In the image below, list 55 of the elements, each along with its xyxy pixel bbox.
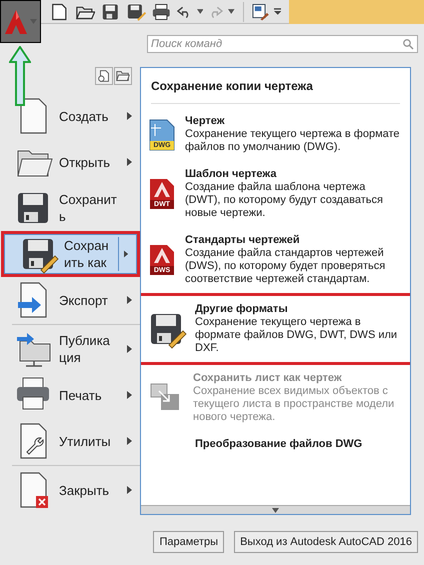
menu-item[interactable]: Печать — [0, 372, 140, 418]
menu-item[interactable]: Сохранить как — [4, 234, 137, 274]
menu-item[interactable]: Сохранить — [0, 185, 140, 231]
menu-label: Печать — [59, 386, 103, 404]
footer-button[interactable]: Параметры — [153, 531, 224, 553]
submenu-arrow-icon — [127, 437, 132, 445]
menu-item[interactable]: Экспорт — [0, 277, 140, 323]
save-as-icon[interactable] — [126, 2, 146, 22]
menu-item[interactable]: Создать — [0, 93, 140, 139]
option-title[interactable]: Чертеж — [185, 115, 402, 128]
submenu-arrow-icon — [127, 296, 132, 304]
menu-item[interactable]: Закрыть — [0, 467, 140, 513]
customize-dropdown-icon[interactable] — [274, 8, 282, 15]
menu-label: Создать — [59, 108, 110, 124]
search-field[interactable]: Поиск команд — [147, 35, 418, 53]
option-title[interactable]: Шаблон чертежа — [185, 168, 402, 181]
option-description: Сохранение всех видимых объектов с текущего листа в пространстве модели нового чертежа. — [193, 385, 396, 424]
search-icon — [402, 38, 414, 50]
submenu-arrow-icon — [127, 486, 132, 494]
redo-dropdown-icon — [228, 9, 235, 14]
submenu-arrow-icon — [127, 158, 132, 166]
option-title[interactable]: Другие форматы — [195, 303, 402, 316]
menu-item[interactable]: Утилиты — [0, 418, 140, 464]
menu-label: Сохранить — [59, 191, 117, 225]
application-button[interactable] — [0, 0, 41, 43]
panel-title: Сохранение копии чертежа — [151, 68, 400, 104]
menu-label: Открыть — [59, 154, 112, 170]
option-description: Создание файла шаблона чертежа (DWT), по которому будут создаваться новые чертежи. — [185, 181, 384, 220]
save-icon[interactable] — [100, 2, 121, 22]
open-documents-icon[interactable] — [114, 67, 132, 85]
arrow-annotation-drawing — [9, 46, 31, 106]
undo-dropdown-icon — [196, 9, 204, 14]
scroll-down-icon — [272, 508, 279, 512]
option-title[interactable]: Стандарты чертежей — [185, 234, 402, 247]
menu-label: Закрыть — [59, 482, 110, 498]
submenu-arrow-icon — [127, 391, 132, 399]
recent-documents-icon[interactable] — [95, 67, 113, 85]
option-description: Сохранение текущего чертежа в формате файлов DWG, DWT, DWS или DXF. — [195, 316, 398, 355]
menu-label: Сохранить как — [64, 237, 110, 271]
menu-item[interactable]: Открыть — [0, 139, 140, 185]
option-description: Сохранение текущего чертежа в формате файлов по умолчанию (DWG). — [185, 128, 401, 154]
menu-item[interactable]: Публикация — [0, 326, 140, 372]
workspace-icon[interactable] — [252, 2, 269, 20]
submenu-arrow-icon — [127, 112, 132, 120]
menu-label: Утилиты — [59, 432, 112, 450]
submenu-arrow-icon — [127, 345, 132, 353]
search-input[interactable]: Поиск команд — [148, 36, 402, 52]
submenu-arrow-icon — [124, 250, 128, 258]
option-description: Создание файла стандартов чертежей (DWS), по которому будет проверяться соответствие чертежей стандартам. — [185, 247, 386, 286]
printer-icon[interactable] — [151, 2, 172, 22]
option-title[interactable]: Преобразование файлов DWG — [195, 438, 362, 451]
menu-label: Публикация — [59, 332, 111, 366]
menu-label: Экспорт — [59, 292, 109, 308]
footer-button[interactable]: Выход из Autodesk AutoCAD 2016 — [234, 531, 418, 553]
logo-icon — [4, 8, 28, 36]
